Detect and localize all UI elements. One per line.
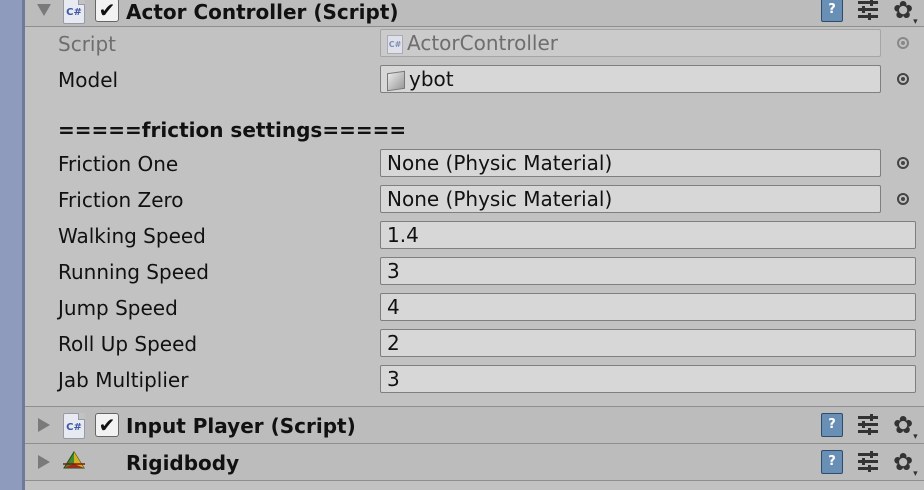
running-speed-row: Running Speed 3 bbox=[25, 254, 924, 290]
inspector-panel: C# ✔ Actor Controller (Script) ? ✿▾ Scri… bbox=[25, 0, 924, 490]
script-row: Script C# ActorController bbox=[25, 26, 924, 62]
friction-section-header: =====friction settings===== bbox=[25, 112, 924, 148]
walking-speed-label[interactable]: Walking Speed bbox=[58, 224, 206, 248]
object-picker-icon[interactable] bbox=[897, 73, 909, 85]
settings-gear-icon[interactable]: ✿▾ bbox=[893, 411, 918, 445]
friction-one-row: Friction One None (Physic Material) bbox=[25, 146, 924, 182]
walking-speed-row: Walking Speed 1.4 bbox=[25, 218, 924, 254]
input-player-title: Input Player (Script) bbox=[126, 414, 356, 438]
presets-icon[interactable] bbox=[858, 0, 878, 21]
friction-one-field[interactable]: None (Physic Material) bbox=[380, 149, 881, 177]
friction-zero-label: Friction Zero bbox=[58, 188, 184, 212]
model-row: Model ybot bbox=[25, 62, 924, 98]
jab-multiplier-label[interactable]: Jab Multiplier bbox=[58, 368, 188, 392]
model-label: Model bbox=[58, 68, 119, 92]
actor-controller-title: Actor Controller (Script) bbox=[126, 0, 399, 24]
input-player-enabled-checkbox[interactable]: ✔ bbox=[95, 413, 119, 437]
running-speed-input[interactable]: 3 bbox=[380, 257, 916, 285]
foldout-expanded-icon[interactable] bbox=[37, 4, 51, 16]
roll-up-speed-input[interactable]: 2 bbox=[380, 329, 916, 357]
running-speed-label[interactable]: Running Speed bbox=[58, 260, 209, 284]
csharp-script-icon: C# bbox=[63, 0, 85, 24]
roll-up-speed-label[interactable]: Roll Up Speed bbox=[58, 332, 197, 356]
jump-speed-row: Jump Speed 4 bbox=[25, 290, 924, 326]
actor-controller-header[interactable]: C# ✔ Actor Controller (Script) ? ✿▾ bbox=[25, 0, 924, 27]
jump-speed-label[interactable]: Jump Speed bbox=[58, 296, 178, 320]
script-object-field: C# ActorController bbox=[380, 29, 881, 57]
friction-zero-row: Friction Zero None (Physic Material) bbox=[25, 182, 924, 218]
script-label: Script bbox=[58, 32, 117, 56]
object-picker-icon[interactable] bbox=[897, 193, 909, 205]
model-object-field[interactable]: ybot bbox=[380, 65, 881, 93]
actor-controller-enabled-checkbox[interactable]: ✔ bbox=[95, 0, 119, 22]
roll-up-speed-row: Roll Up Speed 2 bbox=[25, 326, 924, 362]
rigidbody-icon bbox=[63, 451, 85, 469]
friction-zero-field[interactable]: None (Physic Material) bbox=[380, 185, 881, 213]
object-picker-icon[interactable] bbox=[897, 157, 909, 169]
jump-speed-input[interactable]: 4 bbox=[380, 293, 916, 321]
help-icon[interactable]: ? bbox=[821, 413, 843, 437]
rigidbody-header[interactable]: Rigidbody ? ✿▾ bbox=[25, 444, 924, 481]
hierarchy-edge bbox=[0, 0, 25, 490]
walking-speed-input[interactable]: 1.4 bbox=[380, 221, 916, 249]
object-picker-icon bbox=[897, 37, 909, 49]
presets-icon[interactable] bbox=[858, 451, 878, 473]
rigidbody-title: Rigidbody bbox=[126, 451, 240, 475]
csharp-file-icon: C# bbox=[387, 35, 403, 54]
foldout-collapsed-icon[interactable] bbox=[38, 418, 50, 432]
help-icon[interactable]: ? bbox=[821, 450, 843, 474]
csharp-script-icon: C# bbox=[63, 413, 85, 439]
presets-icon[interactable] bbox=[858, 414, 878, 436]
prefab-mesh-icon bbox=[387, 70, 405, 91]
jab-multiplier-input[interactable]: 3 bbox=[380, 365, 916, 393]
friction-one-label: Friction One bbox=[58, 152, 179, 176]
jab-multiplier-row: Jab Multiplier 3 bbox=[25, 362, 924, 398]
section-header-text: =====friction settings===== bbox=[58, 118, 407, 142]
input-player-header[interactable]: C# ✔ Input Player (Script) ? ✿▾ bbox=[25, 406, 924, 444]
settings-gear-icon[interactable]: ✿▾ bbox=[893, 448, 918, 482]
foldout-collapsed-icon[interactable] bbox=[38, 455, 50, 469]
help-icon[interactable]: ? bbox=[821, 0, 843, 22]
